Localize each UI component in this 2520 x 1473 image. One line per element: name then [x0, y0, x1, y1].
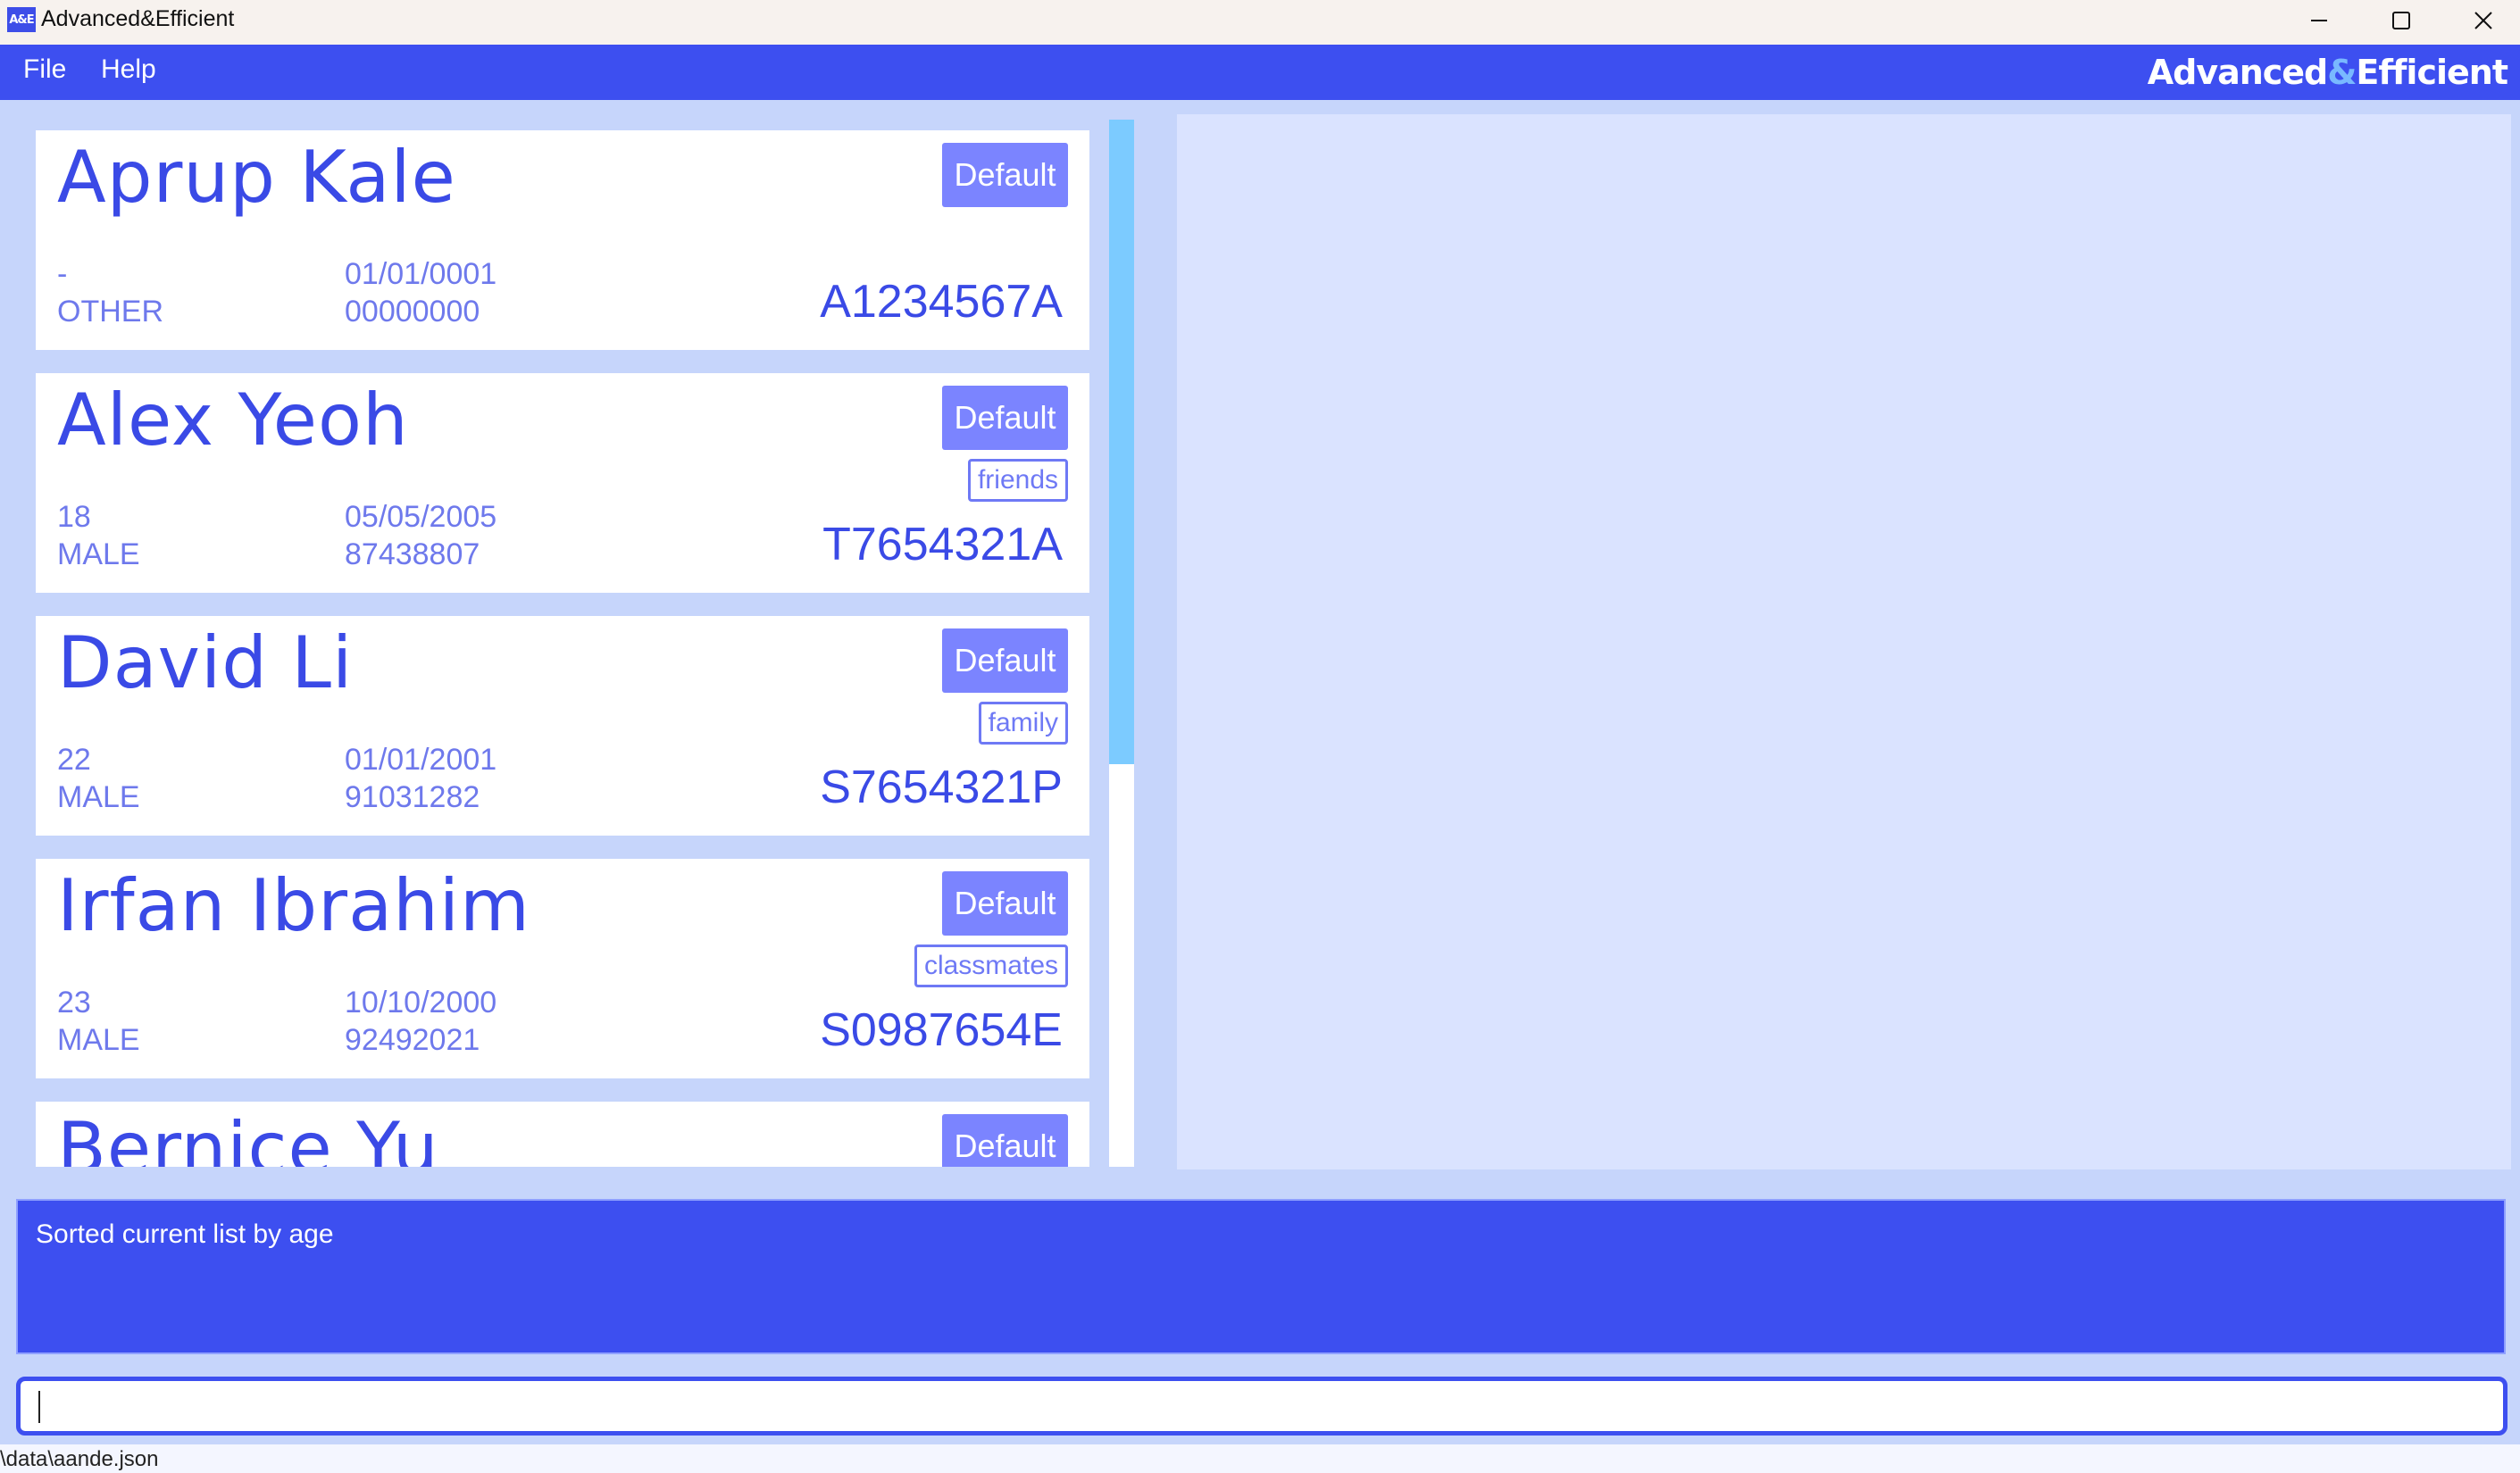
result-display: Sorted current list by age	[16, 1199, 2506, 1354]
person-name: Bernice Yu	[57, 1107, 439, 1167]
priority-badge[interactable]: Default	[942, 1114, 1068, 1167]
person-list: Aprup Kale Default - OTHER 01/01/0001 00…	[16, 118, 1107, 1167]
close-button[interactable]	[2443, 0, 2520, 41]
brand-part2: Efficient	[2356, 53, 2508, 92]
maximize-button[interactable]	[2361, 0, 2441, 41]
person-phone: 91031282	[345, 780, 480, 814]
person-nric: S7654321P	[820, 761, 1063, 813]
data-file-path: \data\aande.json	[0, 1447, 159, 1471]
close-icon	[2474, 12, 2492, 29]
title-bar: A&E Advanced&Efficient	[0, 0, 2520, 45]
brand-amp: &	[2327, 53, 2357, 92]
priority-badge[interactable]: Default	[942, 386, 1068, 450]
person-dob: 05/05/2005	[345, 500, 497, 534]
person-gender: MALE	[57, 1023, 140, 1057]
person-name: Irfan Ibrahim	[57, 864, 530, 947]
person-age: 23	[57, 986, 91, 1019]
person-phone: 87438807	[345, 537, 480, 571]
person-list-panel[interactable]: Aprup Kale Default - OTHER 01/01/0001 00…	[16, 118, 1107, 1167]
person-card[interactable]: Irfan Ibrahim Default classmates 23 MALE…	[36, 859, 1089, 1078]
person-age: -	[57, 257, 68, 291]
text-caret	[38, 1391, 40, 1423]
person-phone: 00000000	[345, 295, 480, 329]
person-gender: MALE	[57, 537, 140, 571]
person-name: David Li	[57, 621, 354, 704]
person-dob: 01/01/0001	[345, 257, 497, 291]
person-name: Aprup Kale	[57, 136, 456, 219]
person-gender: OTHER	[57, 295, 163, 329]
brand-part1: Advanced	[2147, 53, 2329, 92]
person-age: 22	[57, 743, 91, 777]
menu-bar: File Help Advanced&Efficient	[0, 45, 2520, 100]
person-card[interactable]: Alex Yeoh Default friends 18 MALE 05/05/…	[36, 373, 1089, 593]
command-box[interactable]	[16, 1377, 2507, 1436]
person-phone: 92492021	[345, 1023, 480, 1057]
priority-badge[interactable]: Default	[942, 628, 1068, 693]
person-nric: S0987654E	[820, 1004, 1063, 1056]
result-message: Sorted current list by age	[36, 1219, 334, 1249]
person-dob: 10/10/2000	[345, 986, 497, 1019]
status-bar: \data\aande.json	[0, 1444, 2520, 1473]
menu-file[interactable]: File	[23, 54, 66, 85]
app-icon: A&E	[7, 7, 36, 32]
person-card[interactable]: Bernice Yu Default	[36, 1102, 1089, 1167]
brand-logo: Advanced&Efficient	[2147, 53, 2508, 92]
window-title: Advanced&Efficient	[41, 6, 235, 31]
maximize-icon	[2392, 12, 2410, 29]
tag-badge: classmates	[914, 945, 1068, 987]
person-nric: A1234567A	[820, 276, 1063, 328]
menu-help[interactable]: Help	[101, 54, 156, 85]
person-nric: T7654321A	[822, 519, 1063, 570]
person-dob: 01/01/2001	[345, 743, 497, 777]
person-card[interactable]: David Li Default family 22 MALE 01/01/20…	[36, 616, 1089, 836]
command-input[interactable]	[21, 1381, 2503, 1431]
priority-badge[interactable]: Default	[942, 871, 1068, 936]
minimize-icon	[2311, 20, 2327, 21]
person-gender: MALE	[57, 780, 140, 814]
priority-badge[interactable]: Default	[942, 143, 1068, 207]
person-name: Alex Yeoh	[57, 379, 409, 462]
list-scrollbar-thumb[interactable]	[1109, 120, 1134, 764]
tag-badge: family	[978, 702, 1068, 745]
person-card[interactable]: Aprup Kale Default - OTHER 01/01/0001 00…	[36, 130, 1089, 350]
tag-badge: friends	[967, 459, 1068, 502]
person-detail-panel	[1177, 114, 2511, 1169]
minimize-button[interactable]	[2279, 0, 2359, 41]
person-age: 18	[57, 500, 91, 534]
